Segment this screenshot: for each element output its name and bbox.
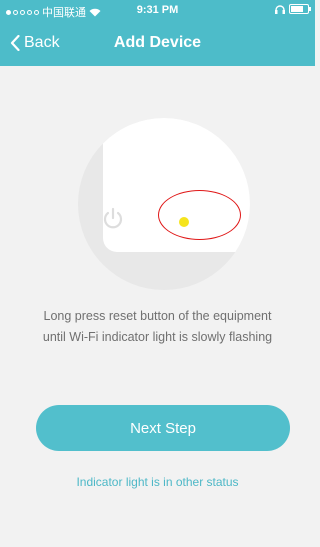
status-bar: 中国联通 9:31 PM <box>0 0 315 22</box>
instructions: Long press reset button of the equipment… <box>20 306 295 348</box>
instruction-line-1: Long press reset button of the equipment <box>43 309 272 323</box>
highlight-oval <box>158 190 241 240</box>
power-icon <box>103 207 123 229</box>
status-right <box>275 4 311 14</box>
next-step-button[interactable]: Next Step <box>36 405 290 451</box>
battery-icon <box>289 4 311 14</box>
status-time: 9:31 PM <box>136 4 179 16</box>
nav-bar: Back Add Device <box>0 22 315 66</box>
page-title: Add Device <box>113 34 202 51</box>
other-status-link[interactable]: Indicator light is in other status <box>0 475 315 489</box>
headphone-icon <box>275 4 285 14</box>
app-header: 中国联通 9:31 PM Back Add Device <box>0 0 315 66</box>
instruction-line-2: until Wi-Fi indicator light is slowly fl… <box>42 330 273 344</box>
